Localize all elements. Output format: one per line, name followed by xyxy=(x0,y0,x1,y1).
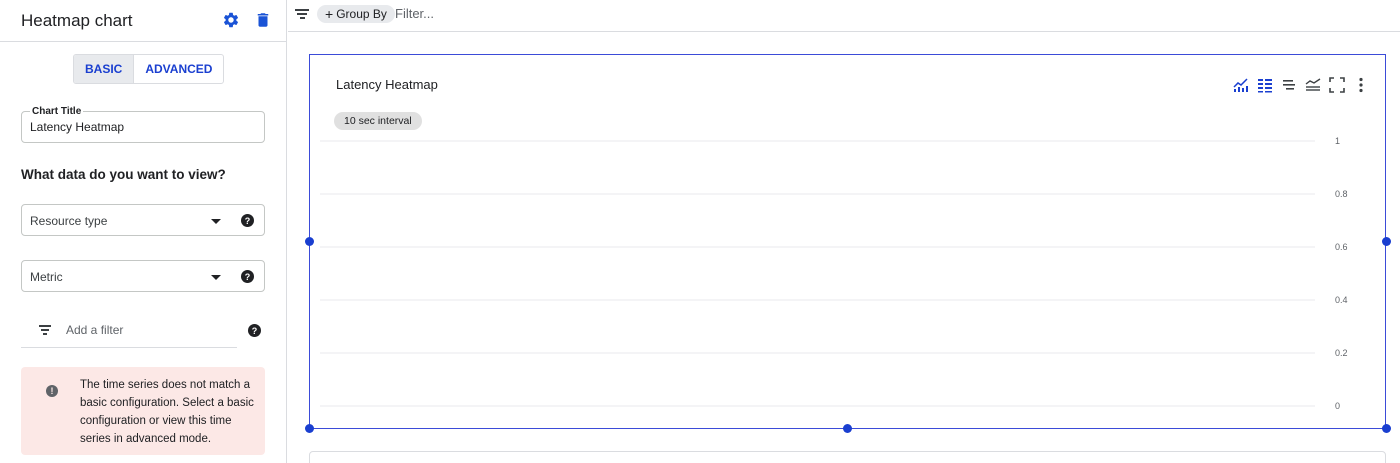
add-filter-label: Add a filter xyxy=(66,323,124,337)
resize-handle-left[interactable] xyxy=(305,237,314,246)
filter-input[interactable] xyxy=(395,6,695,21)
alert-icon: ! xyxy=(46,385,58,397)
advanced-mode-button[interactable]: ADVANCED xyxy=(133,55,223,83)
chart-title-value[interactable]: Latency Heatmap xyxy=(30,120,124,134)
resize-handle-bottom-right[interactable] xyxy=(1382,424,1391,433)
resource-type-select[interactable]: Resource type ? xyxy=(21,204,265,236)
chart-title-label: Chart Title xyxy=(30,106,84,117)
sort-icon[interactable] xyxy=(1281,77,1297,93)
group-by-button[interactable]: + Group By xyxy=(317,5,395,23)
plus-icon: + xyxy=(325,6,334,22)
chart-toolbar xyxy=(1233,77,1369,93)
y-tick-label: 0.8 xyxy=(1335,189,1348,199)
panel-title: Heatmap chart xyxy=(21,11,133,30)
chart-card[interactable]: 0 0.2 0.4 0.6 0.8 1 Latency Heatmap 10 sec in… xyxy=(309,54,1386,429)
warning-text: The time series does not match a basic c… xyxy=(80,379,254,445)
legend-icon[interactable] xyxy=(1257,77,1273,93)
resize-handle-bottom[interactable] xyxy=(843,424,852,433)
y-tick-label: 0.4 xyxy=(1335,295,1348,305)
interval-chip: 10 sec interval xyxy=(334,112,422,130)
resource-type-label: Resource type xyxy=(30,214,108,228)
help-icon[interactable]: ? xyxy=(241,214,254,227)
chevron-down-icon xyxy=(211,219,221,224)
resize-handle-bottom-left[interactable] xyxy=(305,424,314,433)
filter-icon xyxy=(39,325,51,335)
help-icon[interactable]: ? xyxy=(248,324,261,337)
warning-banner: ! The time series does not match a basic… xyxy=(21,367,265,455)
add-filter-row[interactable]: Add a filter xyxy=(21,312,237,348)
panel-header: Heatmap chart xyxy=(0,0,286,42)
data-question-heading: What data do you want to view? xyxy=(21,167,226,182)
next-chart-card[interactable] xyxy=(309,451,1386,463)
heatmap-plot: 0 0.2 0.4 0.6 0.8 1 xyxy=(320,136,1348,411)
chevron-down-icon xyxy=(211,275,221,280)
help-icon[interactable]: ? xyxy=(241,270,254,283)
y-tick-label: 0 xyxy=(1335,401,1340,411)
filter-bar: + Group By xyxy=(288,0,1400,32)
more-vert-icon[interactable] xyxy=(1353,77,1369,93)
fullscreen-icon[interactable] xyxy=(1329,77,1345,93)
chart-title-field[interactable]: Chart Title Latency Heatmap xyxy=(21,106,265,143)
filter-icon[interactable] xyxy=(295,9,309,20)
chart-title: Latency Heatmap xyxy=(336,77,438,92)
basic-mode-button[interactable]: BASIC xyxy=(74,55,134,83)
metric-label: Metric xyxy=(30,270,63,284)
y-tick-label: 1 xyxy=(1335,136,1340,146)
chart-config-panel: Heatmap chart BASIC ADVANCED Chart Title… xyxy=(0,0,287,463)
y-tick-label: 0.6 xyxy=(1335,242,1348,252)
resize-handle-right[interactable] xyxy=(1382,237,1391,246)
y-tick-label: 0.2 xyxy=(1335,348,1348,358)
group-by-label: Group By xyxy=(336,7,387,21)
trash-icon[interactable] xyxy=(254,11,272,29)
compare-icon[interactable] xyxy=(1305,77,1321,93)
mode-toggle: BASIC ADVANCED xyxy=(73,54,225,84)
line-chart-icon[interactable] xyxy=(1233,77,1249,93)
gear-icon[interactable] xyxy=(222,11,240,29)
metric-select[interactable]: Metric ? xyxy=(21,260,265,292)
